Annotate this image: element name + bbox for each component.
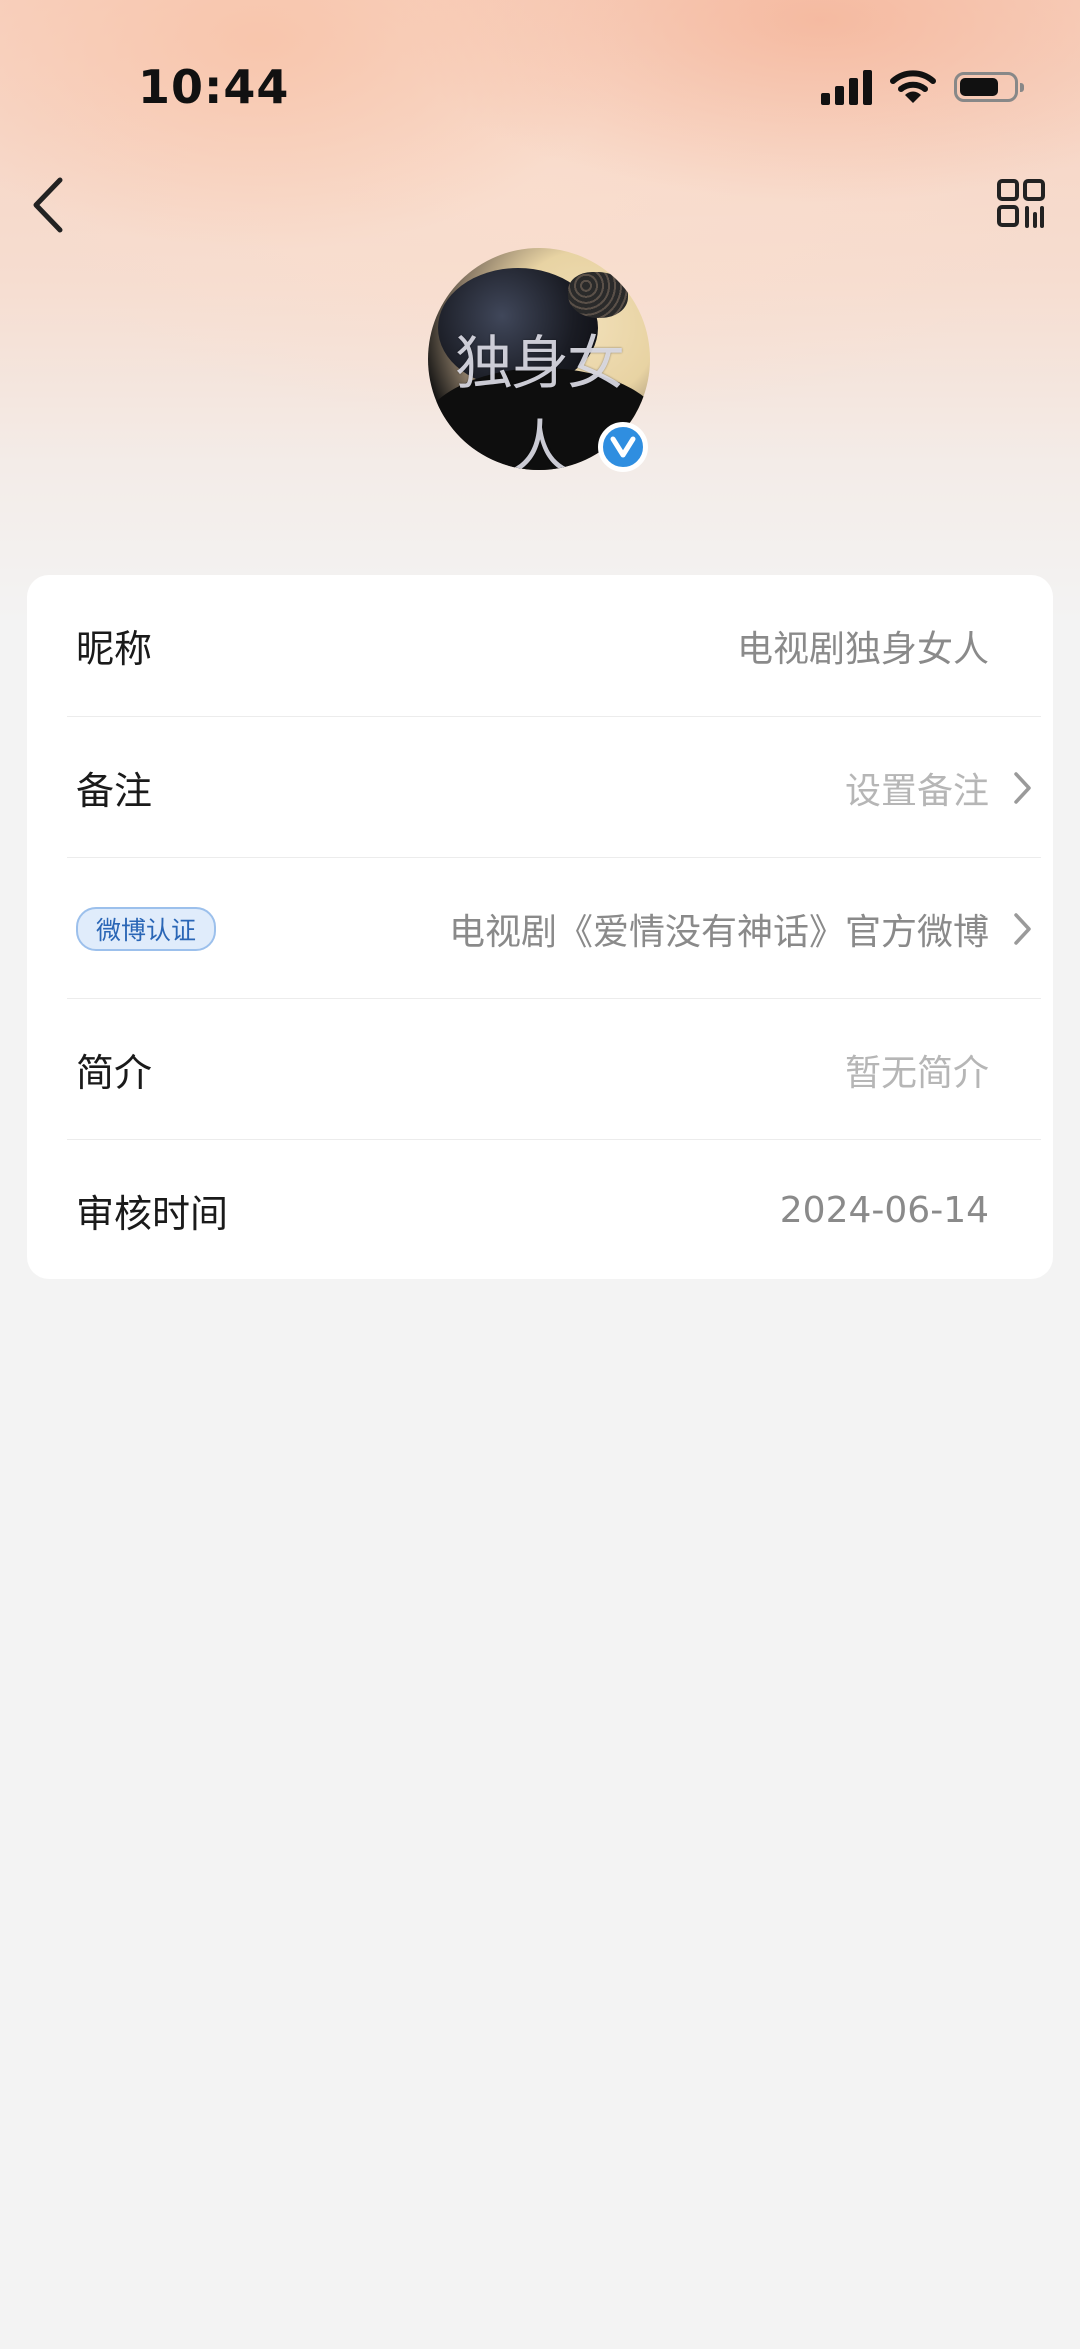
row-bio: 简介 暂无简介 (67, 998, 1041, 1140)
status-icons (821, 64, 1024, 110)
battery-icon (954, 72, 1024, 102)
wifi-icon (890, 70, 936, 103)
row-nickname: 昵称 电视剧独身女人 (67, 575, 1041, 716)
chevron-right-icon (1014, 771, 1031, 804)
verified-v-icon (598, 422, 648, 472)
chevron-right-icon (1014, 912, 1031, 945)
back-button[interactable] (28, 176, 72, 234)
weibo-certification-badge: 微博认证 (76, 906, 217, 951)
avatar-bow-shape (568, 272, 628, 318)
nickname-label: 昵称 (76, 627, 153, 671)
row-review-time: 审核时间 2024-06-14 (67, 1139, 1041, 1281)
status-time: 10:44 (138, 60, 290, 114)
certification-value[interactable]: 电视剧《爱情没有神话》官方微博 (449, 903, 989, 955)
bio-label: 简介 (76, 1051, 153, 1095)
nickname-value: 电视剧独身女人 (736, 628, 989, 670)
remark-label: 备注 (76, 769, 153, 813)
row-weibo-certification[interactable]: 微博认证 电视剧《爱情没有神话》官方微博 (67, 857, 1041, 999)
qr-code-icon[interactable] (996, 178, 1046, 228)
signal-icon (821, 69, 872, 105)
row-remark[interactable]: 备注 设置备注 (67, 716, 1041, 858)
remark-value[interactable]: 设置备注 (845, 762, 989, 814)
info-card: 昵称 电视剧独身女人 备注 设置备注 微博认证 电视剧《爱情没有神话》官方微博 … (27, 575, 1053, 1279)
review-time-value: 2024-06-14 (779, 1190, 989, 1231)
bio-value: 暂无简介 (844, 1052, 989, 1094)
review-time-label: 审核时间 (76, 1192, 229, 1236)
